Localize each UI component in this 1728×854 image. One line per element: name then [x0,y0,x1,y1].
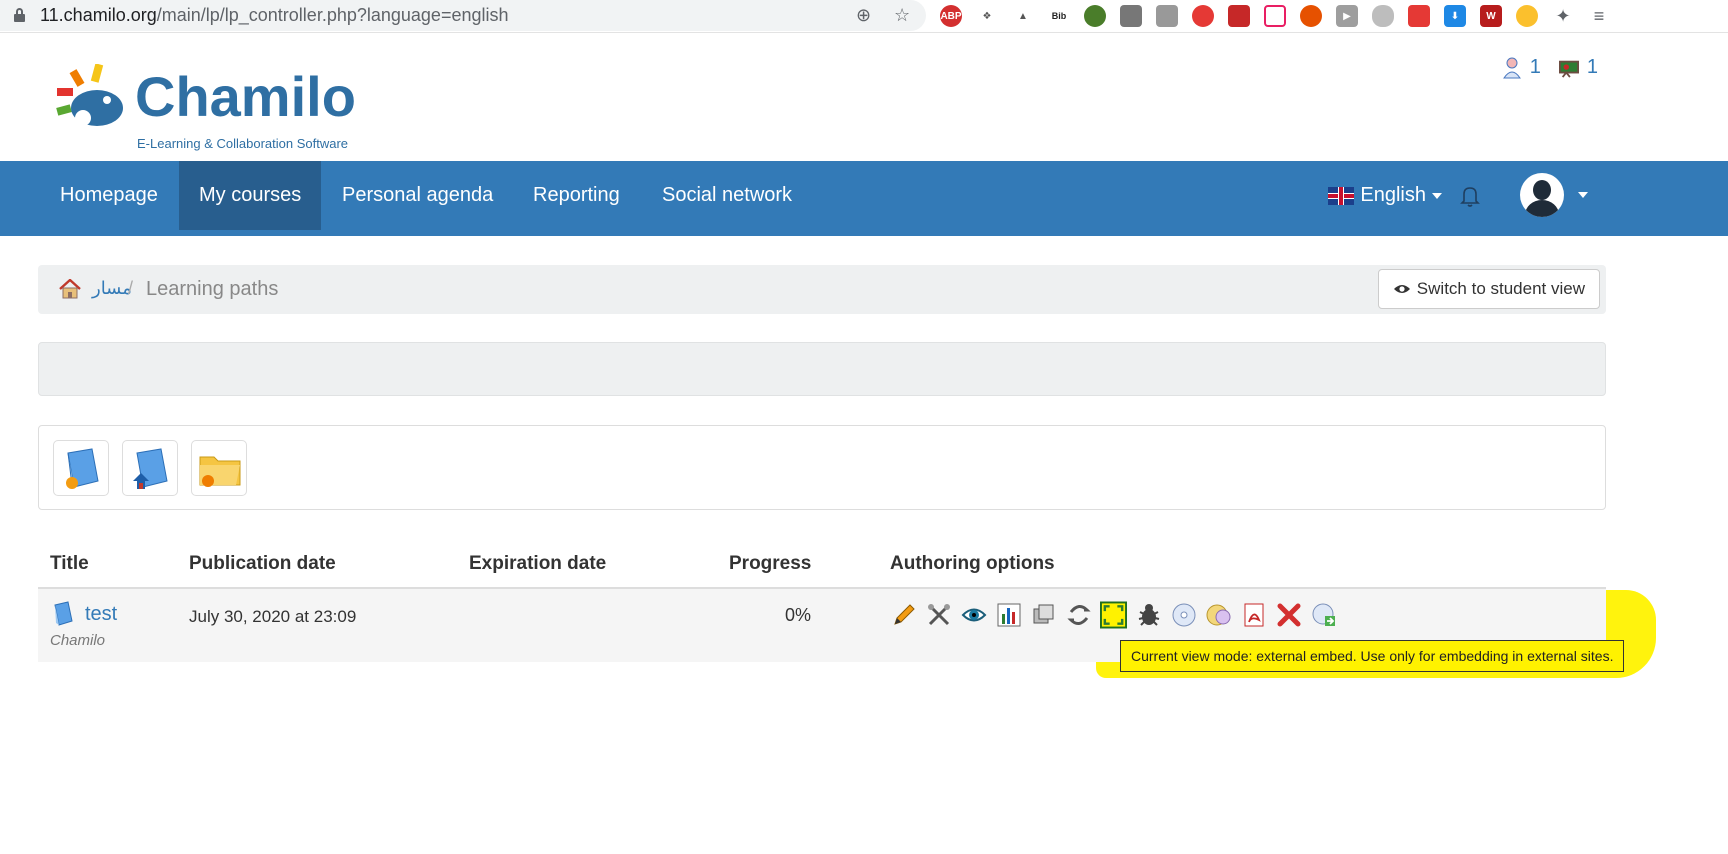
bookmark-star-icon[interactable]: ☆ [894,5,910,26]
online-counts: 1 1 [1502,56,1598,79]
nav-my-courses[interactable]: My courses [179,161,322,230]
tooltip: Current view mode: external embed. Use o… [1120,640,1625,672]
header-publication-date[interactable]: Publication date [189,553,336,575]
toggle-extension-icon[interactable] [1372,5,1394,27]
drive-icon[interactable]: ▲ [1012,5,1034,27]
extensions-area: ABP ❖ ▲ Bib ▶ ⬇ W ✦ ≡ [940,4,1610,28]
logo-tagline: E-Learning & Collaboration Software [137,136,349,151]
browser-toolbar: 11.chamilo.org/main/lp/lp_controller.php… [0,0,1728,33]
new-book-icon [66,448,99,489]
new-folder-icon [199,456,241,487]
user-menu-chevron-icon [1578,192,1588,198]
nav-social-network[interactable]: Social network [642,161,812,230]
reporting-chart-icon[interactable] [995,601,1022,628]
download-icon[interactable]: ⬇ [1444,5,1466,27]
message-panel [38,342,1606,396]
language-selector[interactable]: English [1328,161,1480,230]
teachers-online-link[interactable]: 1 [1558,56,1598,79]
bee-extension-icon[interactable] [1516,5,1538,27]
learning-path-book-icon [54,601,73,626]
main-navbar: Homepage My courses Personal agenda Repo… [0,161,1728,236]
reinit-arrows-icon[interactable] [1065,601,1092,628]
shield-extension-icon[interactable] [1192,5,1214,27]
eye-icon [1393,285,1410,293]
language-label: English [1360,184,1426,206]
alert-extension-icon[interactable] [1408,5,1430,27]
nav-personal-agenda[interactable]: Personal agenda [322,161,513,230]
avatar [1520,173,1564,217]
breadcrumb: مسار / Learning paths Switch to student … [38,265,1606,314]
zoom-icon[interactable]: ⊕ [856,5,871,26]
authoring-options [890,601,1337,628]
tinfoil-icon[interactable] [1120,5,1142,27]
chevron-down-icon [1432,192,1442,199]
header-authoring-options: Authoring options [890,553,1055,574]
settings-tools-icon[interactable] [925,601,952,628]
actions-toolbar [38,425,1606,510]
logo-word: Chamilo [135,65,356,128]
add-category-button[interactable] [191,440,247,496]
lock-icon [14,8,25,22]
bell-icon[interactable] [1460,185,1480,207]
delete-x-icon[interactable] [1275,601,1302,628]
fullscreen-embed-icon[interactable] [1100,601,1127,628]
export-chamilo-icon[interactable] [1205,601,1232,628]
import-scorm-button[interactable] [122,440,178,496]
learning-path-author: Chamilo [50,632,106,649]
dropbox-icon[interactable]: ❖ [976,5,998,27]
new-learning-path-button[interactable] [53,440,109,496]
learning-path-title-link[interactable]: test [85,603,117,626]
home-icon[interactable] [58,279,82,299]
header-progress[interactable]: Progress [729,553,811,575]
nav-reporting[interactable]: Reporting [513,161,640,230]
breadcrumb-current: Learning paths [146,278,279,300]
w-extension-icon[interactable]: W [1480,5,1502,27]
face-extension-icon[interactable] [1300,5,1322,27]
site-header: Chamilo E-Learning & Collaboration Softw… [0,34,1728,161]
nav-homepage[interactable]: Homepage [40,161,178,230]
adblock-icon[interactable]: ABP [940,5,962,27]
export-cd-icon[interactable] [1170,601,1197,628]
switch-to-student-view-button[interactable]: Switch to student view [1377,269,1600,309]
play-extension-icon[interactable]: ▶ [1336,5,1358,27]
acrobat-icon[interactable] [1228,5,1250,27]
export-pdf-icon[interactable] [1240,601,1267,628]
publication-date: July 30, 2020 at 23:09 [189,607,357,626]
globe-extension-icon[interactable] [1084,5,1106,27]
users-online-link[interactable]: 1 [1502,56,1541,79]
user-icon [1502,57,1521,78]
progress-value: 0% [785,605,812,625]
debug-bug-icon[interactable] [1135,601,1162,628]
graph-extension-icon[interactable] [1264,5,1286,27]
header-title[interactable]: Title [50,553,89,575]
import-book-icon [133,448,168,489]
url-text[interactable]: 11.chamilo.org/main/lp/lp_controller.php… [40,5,509,26]
breadcrumb-course-link[interactable]: مسار [92,278,132,299]
edit-pencil-icon[interactable] [890,601,917,628]
clipboard-icon[interactable] [1156,5,1178,27]
uk-flag-icon [1328,186,1355,205]
view-eye-icon[interactable] [960,601,987,628]
address-bar[interactable]: 11.chamilo.org/main/lp/lp_controller.php… [0,0,926,31]
switch-label: Switch to student view [1416,279,1585,298]
user-menu[interactable] [1520,173,1588,217]
chamilo-logo[interactable]: Chamilo E-Learning & Collaboration Softw… [55,64,375,151]
export-to-course-icon[interactable] [1310,601,1337,628]
puzzle-icon[interactable]: ✦ [1552,5,1574,27]
header-expiration-date[interactable]: Expiration date [469,553,606,575]
teacher-board-icon [1558,60,1579,78]
chameleon-icon [56,64,123,126]
ottobib-icon[interactable]: Bib [1048,5,1070,27]
media-list-icon[interactable]: ≡ [1588,5,1610,27]
copy-icon[interactable] [1030,601,1057,628]
breadcrumb-separator: / [128,278,134,298]
